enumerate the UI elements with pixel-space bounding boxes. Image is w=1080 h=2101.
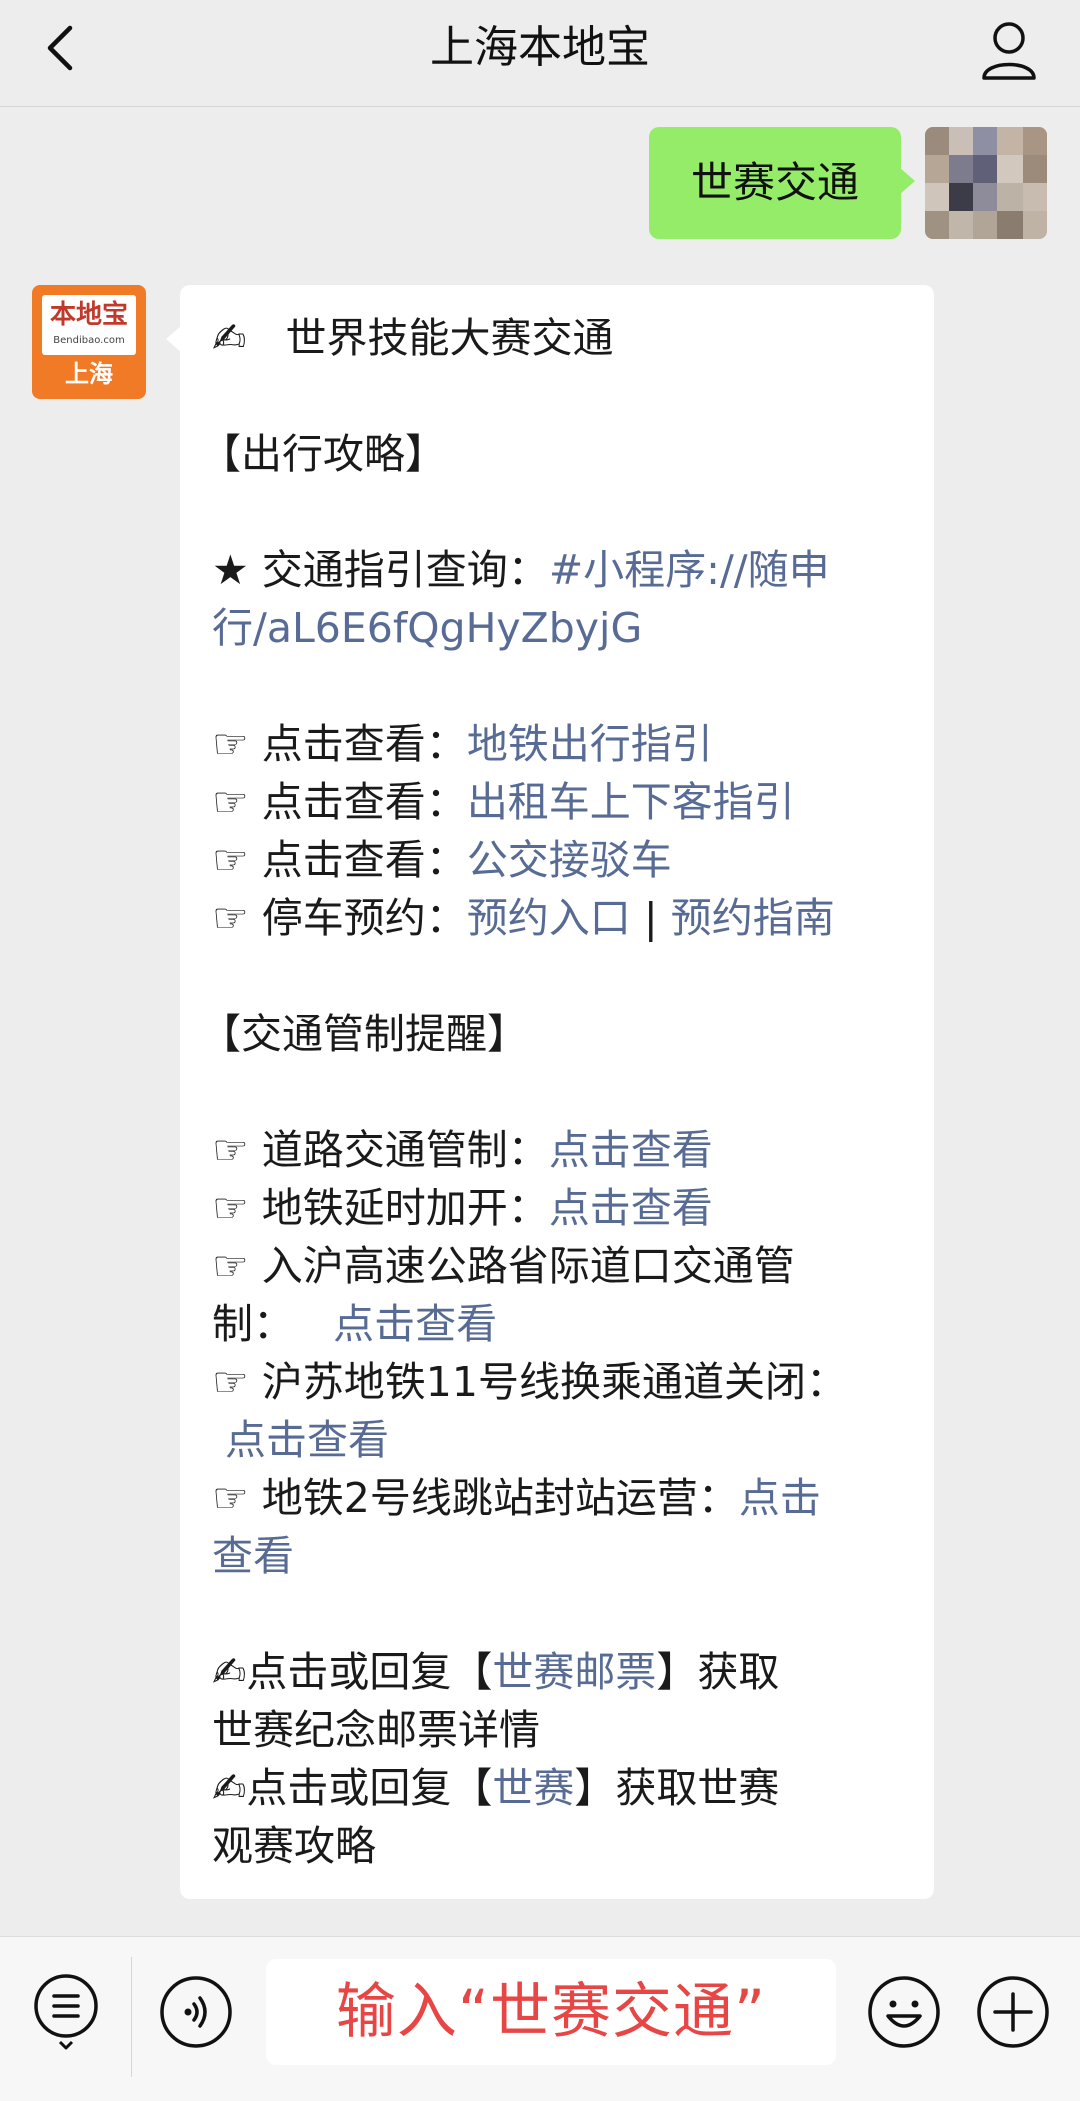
outgoing-message-bubble[interactable]: 世赛交通 bbox=[649, 127, 915, 239]
list-item: ☞ 入沪高速公路省际道口交通管 bbox=[212, 1237, 904, 1295]
stamp-keyword-link[interactable]: 世赛邮票 bbox=[492, 1648, 656, 1696]
plus-icon bbox=[977, 1976, 1049, 2048]
link-separator: | bbox=[630, 894, 671, 942]
headline-text: 世界技能大赛交通 bbox=[285, 314, 614, 362]
profile-button[interactable] bbox=[974, 16, 1044, 86]
pointing-hand-icon: ☞ bbox=[212, 836, 249, 884]
message-headline: ✍ 世界技能大赛交通 bbox=[212, 309, 904, 367]
voice-button[interactable] bbox=[158, 1974, 234, 2050]
list-item: ☞ 点击查看：出租车上下客指引 bbox=[212, 773, 904, 831]
list-item-cont: 制： 点击查看 bbox=[212, 1295, 904, 1353]
section-heading-control: 【交通管制提醒】 bbox=[200, 1010, 528, 1058]
pointing-hand-icon: ☞ bbox=[212, 778, 249, 826]
emoji-button[interactable] bbox=[866, 1974, 942, 2050]
section-heading-travel: 【出行攻略】 bbox=[200, 430, 446, 478]
writing-hand-icon: ✍ bbox=[212, 1764, 247, 1812]
list-item: ☞ 地铁延时加开：点击查看 bbox=[212, 1179, 904, 1237]
logo-badge: 本地宝 Bendibao.com bbox=[42, 295, 136, 355]
star-icon: ★ bbox=[212, 546, 249, 594]
pointing-hand-icon: ☞ bbox=[212, 894, 249, 942]
chat-header: 上海本地宝 bbox=[0, 0, 1080, 107]
shuttle-bus-link[interactable]: 公交接驳车 bbox=[467, 836, 672, 884]
logo-domain: Bendibao.com bbox=[53, 335, 125, 346]
list-menu-icon bbox=[34, 1974, 98, 2050]
line2-skip-link-cont[interactable]: 查看 bbox=[212, 1532, 294, 1580]
item-label: 沪苏地铁11号线换乘通道关闭： bbox=[248, 1358, 847, 1406]
list-item: ☞ 点击查看：地铁出行指引 bbox=[212, 715, 904, 773]
worldskills-keyword-link[interactable]: 世赛 bbox=[492, 1764, 574, 1812]
guide-miniprogram-link-cont[interactable]: 行/aL6E6fQgHyZbyjG bbox=[212, 604, 642, 652]
guide-miniprogram-link[interactable]: #小程序://随申 bbox=[549, 546, 830, 594]
writing-hand-icon: ✍ bbox=[212, 1648, 247, 1696]
menu-button[interactable] bbox=[30, 1970, 102, 2054]
reply-hint: ✍点击或回复【世赛邮票】获取 bbox=[212, 1643, 904, 1701]
user-avatar[interactable] bbox=[925, 127, 1047, 239]
guide-query-label: 交通指引查询： bbox=[248, 546, 549, 594]
parking-guide-link[interactable]: 预约指南 bbox=[671, 894, 835, 942]
logo-city: 上海 bbox=[65, 360, 113, 388]
reply-hint-cont: 世赛纪念邮票详情 bbox=[212, 1706, 540, 1754]
metro-guide-link[interactable]: 地铁出行指引 bbox=[467, 720, 713, 768]
reply-hint-text: 点击或回复【 bbox=[246, 1764, 493, 1812]
item-label: 点击查看： bbox=[248, 778, 467, 826]
item-label: 制： bbox=[212, 1300, 294, 1348]
message-input-text: 输入“世赛交通” bbox=[335, 1977, 767, 2047]
smiley-icon bbox=[868, 1976, 940, 2048]
writing-hand-icon: ✍ bbox=[212, 314, 247, 362]
item-label: 道路交通管制： bbox=[248, 1126, 549, 1174]
list-item: ☞ 点击查看：公交接驳车 bbox=[212, 831, 904, 889]
item-label: 点击查看： bbox=[248, 720, 467, 768]
pointing-hand-icon: ☞ bbox=[212, 1358, 249, 1406]
guide-query-line: ★ 交通指引查询：#小程序://随申 bbox=[212, 541, 904, 599]
reply-hint-text: 点击或回复【 bbox=[246, 1648, 493, 1696]
item-label: 点击查看： bbox=[248, 836, 467, 884]
highway-control-link[interactable]: 点击查看 bbox=[333, 1300, 497, 1348]
reply-hint-cont: 观赛攻略 bbox=[212, 1822, 376, 1870]
person-icon bbox=[982, 22, 1036, 80]
pointing-hand-icon: ☞ bbox=[212, 1474, 249, 1522]
incoming-message-bubble: ✍ 世界技能大赛交通 【出行攻略】 ★ 交通指引查询：#小程序://随申 行/a… bbox=[166, 285, 934, 1899]
list-item-cont: 查看 bbox=[212, 1527, 904, 1585]
pointing-hand-icon: ☞ bbox=[212, 1242, 249, 1290]
outgoing-message-text: 世赛交通 bbox=[690, 158, 859, 207]
more-button[interactable] bbox=[975, 1974, 1051, 2050]
pointing-hand-icon: ☞ bbox=[212, 1184, 249, 1232]
taxi-guide-link[interactable]: 出租车上下客指引 bbox=[467, 778, 795, 826]
pixelated-avatar-image bbox=[925, 127, 1047, 239]
list-item: ☞ 沪苏地铁11号线换乘通道关闭： bbox=[212, 1353, 904, 1411]
line11-closure-link[interactable]: 点击查看 bbox=[225, 1416, 389, 1464]
list-item: ☞ 地铁2号线跳站封站运营：点击 bbox=[212, 1469, 904, 1527]
message-input[interactable]: 输入“世赛交通” bbox=[266, 1959, 836, 2065]
item-label: 地铁2号线跳站封站运营： bbox=[248, 1474, 739, 1522]
list-item: ☞ 停车预约：预约入口 | 预约指南 bbox=[212, 889, 904, 947]
input-toolbar: 输入“世赛交通” bbox=[0, 1936, 1080, 2101]
reply-hint: ✍点击或回复【世赛】获取世赛 bbox=[212, 1759, 904, 1817]
reply-hint-text: 】获取世赛 bbox=[574, 1764, 780, 1812]
pointing-hand-icon: ☞ bbox=[212, 720, 249, 768]
item-label: 停车预约： bbox=[248, 894, 467, 942]
chat-title: 上海本地宝 bbox=[430, 22, 650, 73]
parking-booking-link[interactable]: 预约入口 bbox=[467, 894, 631, 942]
item-label: 地铁延时加开： bbox=[248, 1184, 549, 1232]
list-item: ☞ 道路交通管制：点击查看 bbox=[212, 1121, 904, 1179]
voice-icon bbox=[160, 1976, 232, 2048]
road-control-link[interactable]: 点击查看 bbox=[549, 1126, 713, 1174]
pointing-hand-icon: ☞ bbox=[212, 1126, 249, 1174]
reply-hint-text: 】获取 bbox=[656, 1648, 780, 1696]
item-label: 入沪高速公路省际道口交通管 bbox=[248, 1242, 795, 1290]
list-item-cont: 点击查看 bbox=[212, 1411, 904, 1469]
guide-query-line-2: 行/aL6E6fQgHyZbyjG bbox=[212, 599, 904, 657]
toolbar-divider bbox=[131, 1957, 132, 2077]
logo-text: 本地宝 bbox=[49, 300, 128, 330]
account-avatar[interactable]: 本地宝 Bendibao.com 上海 bbox=[32, 285, 146, 399]
line2-skip-link[interactable]: 点击 bbox=[739, 1474, 821, 1522]
metro-extension-link[interactable]: 点击查看 bbox=[549, 1184, 713, 1232]
